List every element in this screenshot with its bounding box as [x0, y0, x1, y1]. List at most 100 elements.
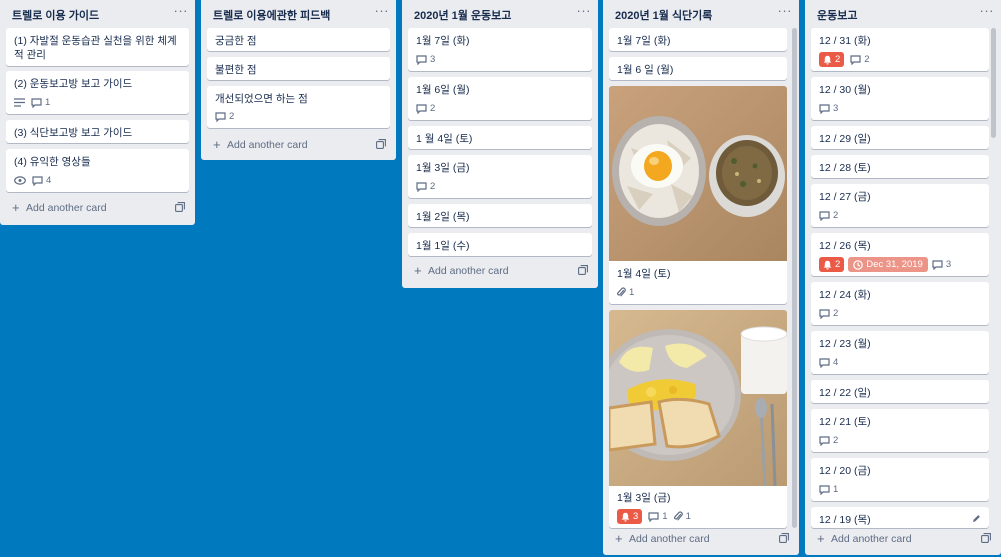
card[interactable]: 12 / 20 (금) 1: [811, 458, 989, 501]
card-title: 12 / 20 (금): [819, 465, 871, 477]
comment-badge: 4: [32, 173, 51, 188]
card[interactable]: (4) 유익한 영상들 4: [6, 149, 189, 192]
comment-count: 2: [430, 103, 436, 114]
card-title: 1월 6 일 (월): [617, 64, 674, 76]
card-badges: 2 2: [819, 52, 981, 67]
comment-icon: [819, 435, 830, 446]
card[interactable]: 1월 7일 (화): [609, 28, 787, 51]
card-template-icon[interactable]: [578, 265, 588, 278]
comment-badge: 1: [819, 482, 838, 497]
card[interactable]: 12 / 31 (화) 2 2: [811, 28, 989, 71]
comment-badge: 2: [416, 101, 435, 116]
card[interactable]: 12 / 30 (월) 3: [811, 77, 989, 120]
comment-icon: [819, 484, 830, 495]
bell-icon: [823, 55, 832, 65]
card-badges: 1: [617, 285, 779, 300]
card[interactable]: 12 / 22 (일): [811, 380, 989, 403]
card[interactable]: 1월 1일 (수): [408, 233, 592, 256]
comment-badge: 3: [819, 101, 838, 116]
comment-badge: 3: [932, 257, 951, 272]
card-title: 12 / 22 (일): [819, 387, 871, 399]
card-title: 12 / 29 (일): [819, 133, 871, 145]
pencil-edit-icon[interactable]: [972, 514, 981, 526]
card-title: 12 / 24 (화): [819, 289, 871, 301]
list-menu-button[interactable]: ···: [778, 3, 793, 18]
add-card-button[interactable]: + Add another card: [609, 529, 793, 551]
comment-count: 3: [945, 259, 952, 270]
card-template-icon[interactable]: [376, 139, 386, 152]
card[interactable]: 1월 3일 (금) 2: [408, 155, 592, 198]
card[interactable]: 12 / 29 (일): [811, 126, 989, 149]
card-title: 1월 7일 (화): [416, 35, 470, 47]
card[interactable]: 1월 2일 (목): [408, 204, 592, 227]
plus-icon: +: [414, 263, 422, 278]
add-card-button[interactable]: + Add another card: [408, 261, 592, 283]
card[interactable]: 12 / 23 (월) 4: [811, 331, 989, 374]
list-menu-button[interactable]: ···: [375, 3, 390, 18]
comment-count: 2: [833, 210, 839, 221]
list-title[interactable]: 트렐로 이용 가이드: [12, 7, 99, 23]
list-scrollbar[interactable]: [991, 28, 996, 138]
list-title[interactable]: 운동보고: [817, 7, 857, 23]
card[interactable]: 12 / 26 (목) 2 Dec 31, 2019 3: [811, 233, 989, 276]
card-title: 12 / 27 (금): [819, 191, 871, 203]
card-badges: 2: [416, 101, 584, 116]
comment-count: 1: [662, 511, 668, 522]
card[interactable]: 개선되었으면 하는 점 2: [207, 86, 390, 128]
add-card-button[interactable]: + Add another card: [207, 135, 390, 157]
card[interactable]: 불편한 점: [207, 57, 390, 80]
attachment-count: 1: [629, 287, 635, 298]
card[interactable]: 1월 6 일 (월): [609, 57, 787, 80]
notification-badge: 2: [819, 257, 845, 272]
list-menu-button[interactable]: ···: [980, 3, 995, 18]
card[interactable]: 1월 6일 (월) 2: [408, 77, 592, 120]
card-title: 12 / 30 (월): [819, 84, 871, 96]
card[interactable]: 12 / 21 (토) 2: [811, 409, 989, 452]
card[interactable]: 1월 7일 (화) 3: [408, 28, 592, 71]
attachment-badge: 1: [617, 285, 634, 300]
add-card-label: Add another card: [629, 533, 710, 545]
card[interactable]: (2) 운동보고방 보고 가이드 1: [6, 71, 189, 114]
card-badges: 1: [14, 95, 181, 110]
card-template-icon[interactable]: [779, 533, 789, 546]
card[interactable]: 12 / 28 (토): [811, 155, 989, 178]
card-badges: 2: [819, 306, 981, 321]
list-title[interactable]: 2020년 1월 운동보고: [414, 7, 511, 23]
card[interactable]: 12 / 19 (목): [811, 507, 989, 528]
card[interactable]: 1 월 4일 (토): [408, 126, 592, 149]
card[interactable]: (1) 자발절 운동습관 실천을 위한 체계적 관리: [6, 28, 189, 66]
notification-count: 2: [835, 259, 841, 270]
paperclip-icon: [617, 287, 626, 297]
card-title: (2) 운동보고방 보고 가이드: [14, 78, 133, 90]
add-card-button[interactable]: + Add another card: [811, 529, 995, 551]
card-title: 12 / 19 (목): [819, 514, 871, 526]
add-card-button[interactable]: + Add another card: [6, 198, 189, 220]
comment-count: 4: [833, 357, 839, 368]
bell-icon: [823, 260, 832, 270]
card[interactable]: (3) 식단보고방 보고 가이드: [6, 120, 189, 143]
card-template-icon[interactable]: [981, 533, 991, 546]
card[interactable]: 궁금한 점: [207, 28, 390, 51]
list-exercise-jan: 2020년 1월 운동보고 ··· 1월 7일 (화) 3 1월 6일 (월) …: [402, 0, 598, 288]
card-title: (4) 유익한 영상들: [14, 156, 91, 168]
list-header: 2020년 1월 식단기록 ···: [603, 0, 799, 28]
card-with-cover[interactable]: 1월 4일 (토) 1: [609, 86, 787, 304]
comment-count: 3: [430, 54, 436, 65]
card[interactable]: 12 / 27 (금) 2: [811, 184, 989, 227]
due-date-badge[interactable]: Dec 31, 2019: [848, 257, 928, 272]
list-menu-button[interactable]: ···: [577, 3, 592, 18]
list-title[interactable]: 트렐로 이용에관한 피드백: [213, 7, 330, 23]
card-with-cover[interactable]: 1월 3일 (금) 3 1 1: [609, 310, 787, 528]
card-template-icon[interactable]: [175, 202, 185, 215]
card-badges: 1: [819, 482, 981, 497]
attachment-count: 1: [685, 511, 691, 522]
comment-badge: 3: [416, 52, 435, 67]
list-menu-button[interactable]: ···: [174, 3, 189, 18]
card-title: (3) 식단보고방 보고 가이드: [14, 127, 133, 139]
comment-badge: 2: [416, 179, 435, 194]
list-scrollbar[interactable]: [792, 28, 797, 528]
card[interactable]: 12 / 24 (화) 2: [811, 282, 989, 325]
list-title[interactable]: 2020년 1월 식단기록: [615, 7, 712, 23]
card-title: 12 / 26 (목): [819, 240, 871, 252]
comment-badge: 2: [819, 208, 838, 223]
